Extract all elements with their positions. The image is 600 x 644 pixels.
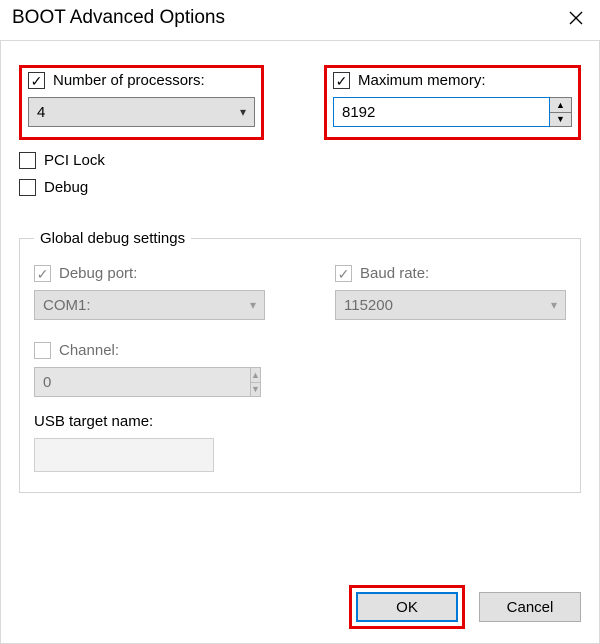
debug-checkbox[interactable]	[19, 179, 36, 196]
processors-value: 4	[37, 104, 45, 121]
baud-rate-checkbox	[335, 265, 352, 282]
cancel-button[interactable]: Cancel	[479, 592, 581, 622]
window-title: BOOT Advanced Options	[12, 7, 225, 29]
channel-checkbox	[34, 342, 51, 359]
spin-down-icon: ▼	[251, 383, 260, 397]
global-debug-legend: Global debug settings	[34, 230, 191, 247]
usb-target-input	[34, 438, 214, 472]
close-icon[interactable]	[564, 6, 588, 30]
processors-label: Number of processors:	[53, 72, 205, 89]
debug-port-select: COM1: ▾	[34, 290, 265, 320]
pci-lock-label: PCI Lock	[44, 152, 105, 169]
debug-port-value: COM1:	[43, 297, 91, 314]
memory-input[interactable]	[333, 97, 550, 127]
dialog-footer: OK Cancel	[349, 585, 581, 629]
usb-target-label: USB target name:	[34, 413, 566, 430]
debug-port-label: Debug port:	[59, 265, 137, 282]
baud-rate-value: 115200	[344, 297, 393, 314]
ok-button-highlight: OK	[349, 585, 465, 629]
pci-lock-checkbox[interactable]	[19, 152, 36, 169]
memory-spinner[interactable]: ▲ ▼	[333, 97, 572, 127]
baud-rate-select: 115200 ▾	[335, 290, 566, 320]
processors-select[interactable]: 4 ▾	[28, 97, 255, 127]
memory-label: Maximum memory:	[358, 72, 486, 89]
channel-label: Channel:	[59, 342, 119, 359]
processors-checkbox[interactable]	[28, 72, 45, 89]
dialog-content: Number of processors: 4 ▾ PCI Lock Debug	[0, 41, 600, 644]
spin-up-icon: ▲	[251, 368, 260, 383]
processors-group-highlight: Number of processors: 4 ▾	[19, 65, 264, 140]
memory-group-highlight: Maximum memory: ▲ ▼	[324, 65, 581, 140]
memory-checkbox[interactable]	[333, 72, 350, 89]
baud-rate-label: Baud rate:	[360, 265, 429, 282]
debug-port-checkbox	[34, 265, 51, 282]
spin-up-icon[interactable]: ▲	[550, 98, 571, 113]
titlebar: BOOT Advanced Options	[0, 0, 600, 41]
debug-label: Debug	[44, 179, 88, 196]
ok-button[interactable]: OK	[356, 592, 458, 622]
chevron-down-icon: ▾	[240, 105, 246, 119]
channel-input	[34, 367, 251, 397]
chevron-down-icon: ▾	[250, 298, 256, 312]
global-debug-group: Global debug settings Debug port: COM1: …	[19, 230, 581, 493]
spin-down-icon[interactable]: ▼	[550, 113, 571, 127]
chevron-down-icon: ▾	[551, 298, 557, 312]
channel-spinner: ▲ ▼	[34, 367, 224, 397]
